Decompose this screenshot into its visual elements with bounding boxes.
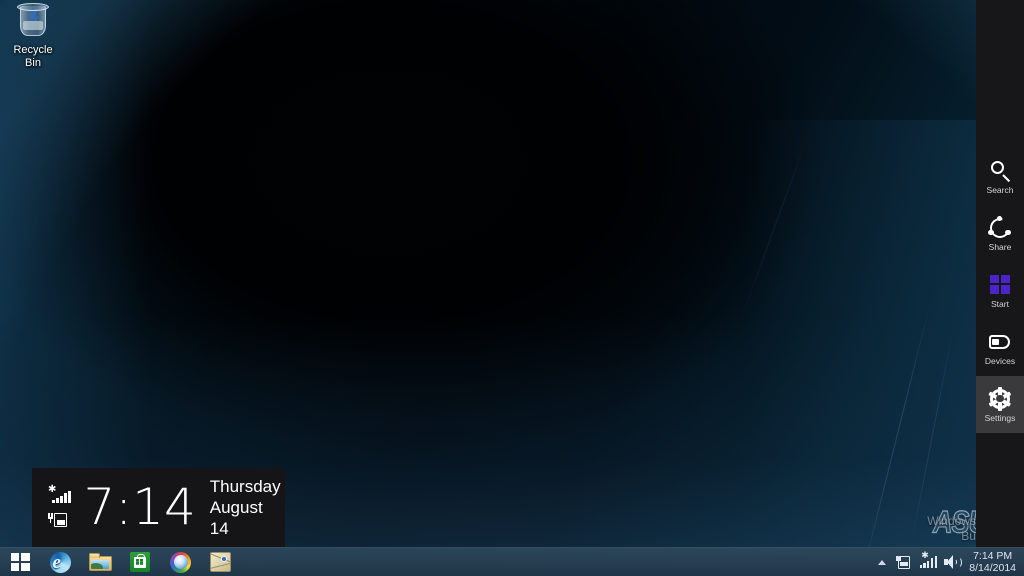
desktop[interactable]: ASUS Recycle Bin ✱ 7:14 Thursday August …	[0, 0, 1024, 576]
windows-store-button[interactable]	[120, 548, 160, 576]
internet-explorer-button[interactable]: e	[40, 548, 80, 576]
windows-start-icon	[988, 273, 1012, 297]
desktop-icon-recycle-bin[interactable]: Recycle Bin	[4, 2, 62, 70]
taskbar[interactable]: e ✱ 7:14 PM 8/14/2014	[0, 547, 1024, 576]
color-swirl-icon	[169, 551, 191, 573]
start-button[interactable]	[0, 548, 40, 576]
windows-logo-icon	[10, 553, 30, 571]
network-signal-icon: ✱	[48, 485, 71, 503]
folder-icon	[88, 553, 112, 571]
charm-settings[interactable]: Settings	[976, 376, 1024, 433]
media-app-button[interactable]	[160, 548, 200, 576]
charm-start[interactable]: Start	[976, 262, 1024, 319]
desktop-icon-label: Recycle Bin	[13, 44, 53, 69]
maps-app-button[interactable]	[200, 548, 240, 576]
charm-label: Share	[988, 241, 1012, 252]
battery-charging-icon	[48, 512, 70, 528]
battery-icon[interactable]	[893, 548, 915, 576]
internet-explorer-icon: e	[49, 551, 71, 573]
charm-share[interactable]: Share	[976, 205, 1024, 262]
widget-time: 7:14	[83, 477, 196, 536]
charm-label: Devices	[984, 355, 1016, 366]
charm-devices[interactable]: Devices	[976, 319, 1024, 376]
lock-clock-widget: ✱ 7:14 Thursday August 14	[32, 468, 285, 547]
chevron-up-icon[interactable]	[873, 548, 891, 576]
map-icon	[209, 552, 231, 572]
charm-label: Settings	[984, 412, 1016, 423]
system-tray[interactable]: ✱ 7:14 PM 8/14/2014	[873, 548, 1024, 576]
widget-day: Thursday	[209, 477, 281, 496]
recycle-bin-icon	[4, 2, 62, 42]
taskbar-clock[interactable]: 7:14 PM 8/14/2014	[965, 550, 1020, 574]
file-explorer-button[interactable]	[80, 548, 120, 576]
search-icon	[988, 159, 1012, 183]
volume-icon[interactable]	[941, 548, 963, 576]
widget-date-block: Thursday August 14	[210, 476, 285, 539]
charm-label: Start	[991, 298, 1009, 309]
taskbar-buttons: e	[0, 548, 240, 576]
charms-list: Search Share Start Devices Settings	[976, 148, 1024, 433]
devices-icon	[988, 330, 1012, 354]
taskbar-clock-time: 7:14 PM	[973, 550, 1013, 562]
network-icon[interactable]: ✱	[917, 548, 939, 576]
share-icon	[986, 213, 1014, 242]
taskbar-clock-date: 8/14/2014	[969, 562, 1016, 574]
gear-icon	[988, 386, 1012, 411]
store-bag-icon	[130, 552, 150, 572]
charm-search[interactable]: Search	[976, 148, 1024, 205]
widget-status-icons: ✱	[48, 485, 77, 528]
charms-bar[interactable]: Search Share Start Devices Settings	[976, 0, 1024, 576]
charm-label: Search	[986, 184, 1014, 195]
widget-date: August 14	[209, 498, 263, 538]
